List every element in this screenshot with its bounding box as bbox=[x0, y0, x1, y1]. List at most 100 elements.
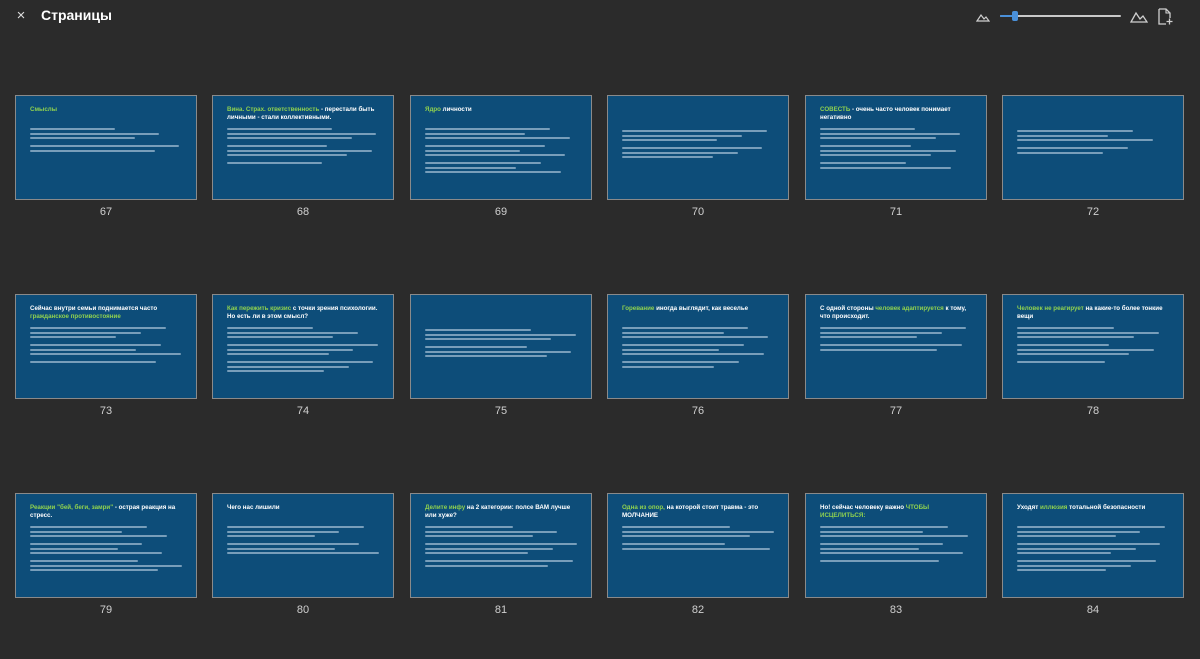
zoom-slider-thumb[interactable] bbox=[1011, 11, 1018, 21]
mountain-large-icon[interactable] bbox=[1130, 9, 1148, 23]
slide-text-line bbox=[227, 361, 374, 363]
slide-text-line bbox=[30, 552, 163, 554]
slide-text-line bbox=[820, 145, 911, 147]
slide-thumbnail[interactable]: Смыслы bbox=[15, 95, 197, 200]
slide-number: 68 bbox=[296, 206, 310, 218]
slide-text-line bbox=[425, 547, 553, 550]
slide-text-line bbox=[622, 130, 767, 132]
slide-text-line bbox=[425, 128, 550, 130]
slide-text-lines bbox=[820, 526, 974, 565]
slide-text-line bbox=[1017, 327, 1115, 329]
slide-text-line bbox=[1017, 353, 1130, 355]
slide-text-lines bbox=[227, 128, 381, 167]
slide-text-line bbox=[227, 162, 323, 164]
slide-text-lines bbox=[30, 526, 184, 574]
slide-thumbnail[interactable] bbox=[607, 95, 789, 200]
slide-text-line bbox=[30, 564, 183, 567]
slide-text-line bbox=[425, 346, 527, 348]
slide-text-line bbox=[227, 128, 332, 130]
zoom-slider[interactable] bbox=[1000, 8, 1121, 24]
slide-text-line bbox=[227, 543, 360, 545]
slide-title: Реакции "бей, беги, замри" - острая реак… bbox=[30, 504, 176, 519]
slide-text-line bbox=[425, 355, 547, 357]
slide-text-lines bbox=[1017, 526, 1171, 574]
slide-thumbnail[interactable]: Одна из опор, на которой стоит травма - … bbox=[607, 493, 789, 598]
slide-text-line bbox=[622, 365, 715, 368]
slide-text-line bbox=[425, 171, 561, 173]
slide-text-line bbox=[227, 132, 377, 135]
slide-thumbnail[interactable]: Ядро личности bbox=[410, 95, 592, 200]
slide-text-line bbox=[1017, 543, 1161, 545]
slide-thumbnail[interactable]: Чего нас лишили bbox=[212, 493, 394, 598]
slide-text-lines bbox=[820, 327, 974, 353]
slide-text-line bbox=[227, 327, 314, 329]
slide-text-line bbox=[622, 139, 718, 141]
slide-thumbnail[interactable]: СОВЕСТЬ - очень часто человек понимает н… bbox=[805, 95, 987, 200]
slide-text-line bbox=[1017, 530, 1141, 533]
slide-thumbnail[interactable]: Но! сейчас человеку важно ЧТОБЫ ИСЦЕЛИТЬ… bbox=[805, 493, 987, 598]
slide-text-line bbox=[30, 560, 138, 562]
slide-text-lines bbox=[425, 526, 579, 569]
slide-number: 72 bbox=[1086, 206, 1100, 218]
slide-thumbnail[interactable]: Делите инфу на 2 категории: полсе ВАМ лу… bbox=[410, 493, 592, 598]
slide-text-line bbox=[227, 344, 378, 346]
slide-text-line bbox=[1017, 535, 1116, 537]
slide-thumbnail[interactable]: Вина. Страх. ответственность - перестали… bbox=[212, 95, 394, 200]
slide-text-line bbox=[820, 348, 938, 351]
slide-text-line bbox=[1017, 336, 1135, 338]
slide-thumbnail[interactable]: Уходят иллюзия тотальной безопасности bbox=[1002, 493, 1184, 598]
slide-thumbnail[interactable]: С одной стороны человек адаптируется к т… bbox=[805, 294, 987, 399]
slide-text-line bbox=[425, 149, 521, 152]
slide-text-line bbox=[30, 526, 148, 528]
slide-text-line bbox=[30, 331, 141, 334]
slide-text-line bbox=[425, 543, 578, 545]
slide-text-line bbox=[820, 149, 956, 152]
slide-text-line bbox=[227, 370, 325, 372]
slide-text-lines bbox=[622, 526, 776, 552]
slide-title: Ядро личности bbox=[425, 106, 472, 113]
slide-text-line bbox=[30, 327, 166, 329]
slide-text-line bbox=[227, 547, 335, 550]
slide-thumbnail[interactable]: Реакции "бей, беги, замри" - острая реак… bbox=[15, 493, 197, 598]
slide-text-line bbox=[227, 535, 315, 537]
slide-thumbnail[interactable]: Как пережить кризис с точки зрения психо… bbox=[212, 294, 394, 399]
slide-thumbnail[interactable]: Горевание иногда выглядит, как веселье bbox=[607, 294, 789, 399]
slide-text-line bbox=[425, 526, 513, 528]
slide-thumbnail[interactable] bbox=[410, 294, 592, 399]
add-page-icon[interactable] bbox=[1157, 8, 1173, 25]
slide-text-line bbox=[820, 166, 951, 169]
slide-text-lines bbox=[622, 327, 776, 370]
slide-text-line bbox=[425, 560, 573, 562]
slide-text-line bbox=[1017, 134, 1108, 137]
slide-text-line bbox=[1017, 130, 1133, 132]
slide-text-line bbox=[227, 154, 348, 156]
slide-thumbnail[interactable]: Сейчас внутри семьи поднимается часто гр… bbox=[15, 294, 197, 399]
slide-thumbnail[interactable] bbox=[1002, 95, 1184, 200]
slide-text-line bbox=[622, 336, 769, 338]
slide-title: Как пережить кризис с точки зрения психо… bbox=[227, 305, 378, 320]
slide-text-line bbox=[30, 132, 160, 135]
slide-text-line bbox=[227, 137, 352, 139]
close-button[interactable]: × bbox=[14, 8, 28, 24]
slide-title: Вина. Страх. ответственность - перестали… bbox=[227, 106, 375, 121]
slide-text-line bbox=[425, 535, 533, 537]
slide-text-line bbox=[30, 361, 157, 363]
slide-text-line bbox=[622, 535, 750, 537]
slide-text-line bbox=[30, 137, 135, 139]
slide-text-line bbox=[820, 128, 916, 130]
slide-title: Чего нас лишили bbox=[227, 504, 280, 511]
mountain-small-icon[interactable] bbox=[976, 11, 990, 23]
slide-text-line bbox=[622, 530, 775, 533]
slide-number: 73 bbox=[99, 405, 113, 417]
slide-title: С одной стороны человек адаптируется к т… bbox=[820, 305, 967, 320]
slide-text-line bbox=[425, 338, 552, 340]
slide-text-line bbox=[425, 132, 526, 135]
slide-text-line bbox=[1017, 564, 1131, 567]
slide-text-line bbox=[227, 530, 340, 533]
slide-thumbnail[interactable]: Человек не реагирует на какие-то более т… bbox=[1002, 294, 1184, 399]
slide-text-line bbox=[30, 344, 161, 346]
header-bar: × Страницы bbox=[0, 0, 1200, 34]
slide-text-line bbox=[1017, 331, 1159, 334]
slide-text-line bbox=[1017, 147, 1128, 149]
slide-text-line bbox=[820, 154, 931, 156]
